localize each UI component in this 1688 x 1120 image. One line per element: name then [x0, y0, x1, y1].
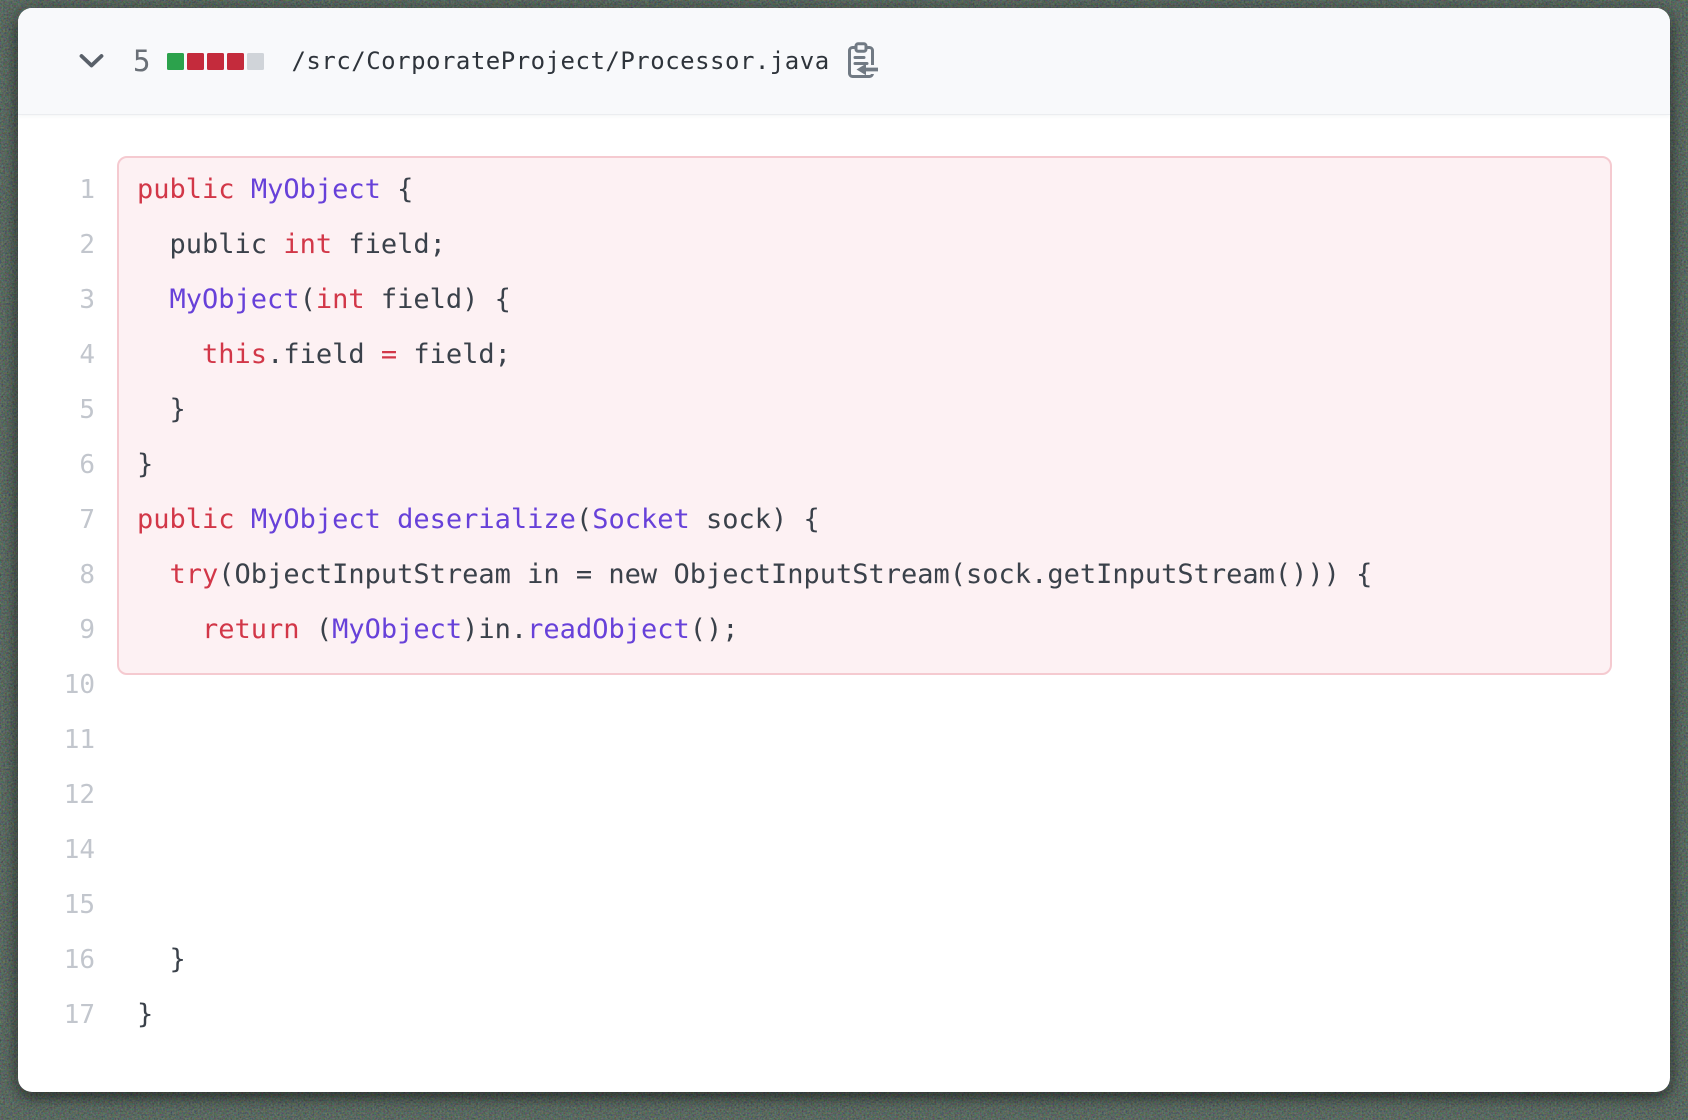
- severity-square-gray: [247, 53, 264, 70]
- line-number: 5: [18, 395, 95, 425]
- token-purple: MyObject: [332, 614, 462, 645]
- line-number: 9: [18, 615, 95, 645]
- token-plain: (ObjectInputStream in = new ObjectInputS…: [218, 559, 1372, 590]
- code-text: MyObject(int field) {: [95, 284, 511, 315]
- token-purple: readObject: [527, 614, 690, 645]
- severity-square-red: [227, 53, 244, 70]
- file-path: /src/CorporateProject/Processor.java: [291, 47, 829, 75]
- code-text: }: [95, 999, 153, 1030]
- code-line: 1public MyObject {: [18, 162, 1670, 217]
- token-purple: Socket: [592, 504, 690, 535]
- token-purple: MyObject: [251, 174, 381, 205]
- token-plain: [137, 559, 170, 590]
- token-plain: }: [137, 449, 153, 480]
- code-line: 7public MyObject deserialize(Socket sock…: [18, 492, 1670, 547]
- code-line: 2 public int field;: [18, 217, 1670, 272]
- token-red: int: [316, 284, 365, 315]
- code-lines: 1public MyObject {2 public int field;3 M…: [18, 115, 1670, 1042]
- code-line: 17}: [18, 987, 1670, 1042]
- token-plain: [137, 339, 202, 370]
- token-plain: [235, 504, 251, 535]
- token-plain: {: [381, 174, 414, 205]
- severity-square-red: [187, 53, 204, 70]
- code-text: }: [95, 394, 186, 425]
- line-number: 6: [18, 450, 95, 480]
- token-plain: sock) {: [690, 504, 820, 535]
- code-text: public MyObject {: [95, 174, 413, 205]
- token-plain: field;: [332, 229, 446, 260]
- token-plain: [235, 174, 251, 205]
- token-plain: field;: [397, 339, 511, 370]
- token-plain: field) {: [365, 284, 511, 315]
- code-text: }: [95, 944, 186, 975]
- clipboard-paste-icon: [846, 42, 879, 81]
- line-number: 15: [18, 890, 95, 920]
- code-line: 3 MyObject(int field) {: [18, 272, 1670, 327]
- code-text: return (MyObject)in.readObject();: [95, 614, 739, 645]
- file-header: 5 /src/CorporateProject/Processor.java: [18, 8, 1670, 115]
- code-text: public MyObject deserialize(Socket sock)…: [95, 504, 820, 535]
- code-viewer-window: 5 /src/CorporateProject/Processor.java 1…: [18, 8, 1670, 1092]
- line-number: 17: [18, 1000, 95, 1030]
- token-plain: ();: [690, 614, 739, 645]
- line-number: 11: [18, 725, 95, 755]
- copy-path-button[interactable]: [844, 40, 881, 83]
- code-line: 15: [18, 877, 1670, 932]
- chevron-down-icon: [78, 53, 105, 69]
- token-red: =: [381, 339, 397, 370]
- token-plain: (: [300, 614, 333, 645]
- severity-square-red: [207, 53, 224, 70]
- code-line: 12: [18, 767, 1670, 822]
- token-plain: [137, 284, 170, 315]
- line-number: 7: [18, 505, 95, 535]
- token-plain: (: [300, 284, 316, 315]
- code-line: 11: [18, 712, 1670, 767]
- line-number: 1: [18, 175, 95, 205]
- token-plain: .field: [267, 339, 381, 370]
- token-red: int: [283, 229, 332, 260]
- token-plain: [137, 614, 202, 645]
- line-number: 12: [18, 780, 95, 810]
- code-panel: 1public MyObject {2 public int field;3 M…: [18, 115, 1670, 1042]
- code-line: 5 }: [18, 382, 1670, 437]
- token-red: try: [170, 559, 219, 590]
- line-number: 16: [18, 945, 95, 975]
- code-line: 10: [18, 657, 1670, 712]
- code-line: 4 this.field = field;: [18, 327, 1670, 382]
- code-line: 6}: [18, 437, 1670, 492]
- code-text: public int field;: [95, 229, 446, 260]
- token-purple: MyObject: [170, 284, 300, 315]
- token-plain: (: [576, 504, 592, 535]
- code-line: 8 try(ObjectInputStream in = new ObjectI…: [18, 547, 1670, 602]
- token-plain: public: [137, 229, 283, 260]
- code-line: 14: [18, 822, 1670, 877]
- severity-indicator: [167, 53, 264, 70]
- collapse-button[interactable]: [74, 49, 109, 73]
- severity-square-green: [167, 53, 184, 70]
- token-plain: }: [137, 999, 153, 1030]
- line-number: 10: [18, 670, 95, 700]
- token-red: public: [137, 174, 235, 205]
- line-number: 14: [18, 835, 95, 865]
- code-line: 9 return (MyObject)in.readObject();: [18, 602, 1670, 657]
- token-plain: )in.: [462, 614, 527, 645]
- finding-count: 5: [133, 44, 150, 78]
- code-text: }: [95, 449, 153, 480]
- token-plain: [381, 504, 397, 535]
- token-plain: }: [137, 944, 186, 975]
- code-text: this.field = field;: [95, 339, 511, 370]
- code-text: try(ObjectInputStream in = new ObjectInp…: [95, 559, 1372, 590]
- line-number: 8: [18, 560, 95, 590]
- token-red: public: [137, 504, 235, 535]
- line-number: 4: [18, 340, 95, 370]
- line-number: 2: [18, 230, 95, 260]
- token-plain: }: [137, 394, 186, 425]
- token-purple: MyObject: [251, 504, 381, 535]
- token-red: this: [202, 339, 267, 370]
- code-line: 16 }: [18, 932, 1670, 987]
- token-red: return: [202, 614, 300, 645]
- line-number: 3: [18, 285, 95, 315]
- token-purple: deserialize: [397, 504, 576, 535]
